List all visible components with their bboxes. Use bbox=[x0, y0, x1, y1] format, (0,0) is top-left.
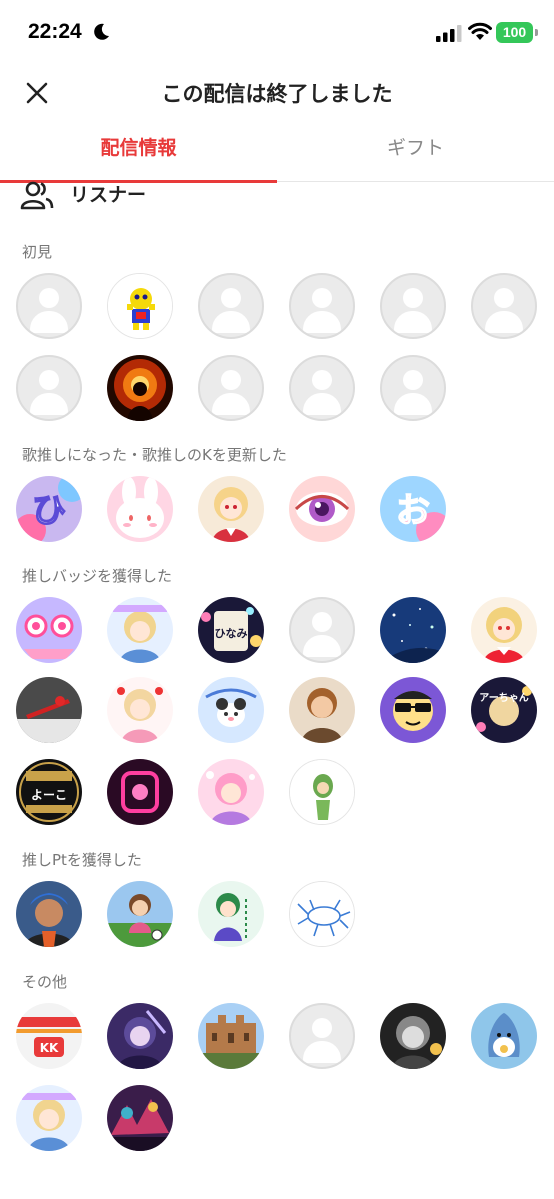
avatar[interactable] bbox=[380, 597, 446, 663]
wifi-icon bbox=[468, 22, 492, 40]
avatar[interactable] bbox=[198, 881, 264, 947]
avatar[interactable] bbox=[107, 273, 173, 339]
avatar[interactable] bbox=[107, 677, 173, 743]
avatar[interactable] bbox=[107, 881, 173, 947]
tab-gifts[interactable]: ギフト bbox=[277, 124, 554, 181]
avatar[interactable] bbox=[107, 1085, 173, 1151]
avatar[interactable]: お bbox=[380, 476, 446, 542]
status-time: 22:24 bbox=[28, 20, 82, 43]
avatar[interactable] bbox=[471, 597, 537, 663]
svg-text:お: お bbox=[396, 491, 430, 531]
users-icon bbox=[20, 181, 54, 210]
section-title-oshi-badge: 推しバッジを獲得した bbox=[22, 567, 173, 585]
avatar[interactable] bbox=[198, 1003, 264, 1069]
avatar[interactable] bbox=[289, 1003, 355, 1069]
section-title-first-time: 初見 bbox=[22, 243, 53, 261]
avatar[interactable] bbox=[198, 759, 264, 825]
avatar[interactable]: アーちゃん bbox=[471, 677, 537, 743]
avatar[interactable] bbox=[107, 1003, 173, 1069]
avatar[interactable]: ひなみ bbox=[198, 597, 264, 663]
avatar[interactable]: よーこ bbox=[16, 759, 82, 825]
svg-text:アーちゃん: アーちゃん bbox=[479, 692, 528, 704]
avatar[interactable] bbox=[380, 677, 446, 743]
avatar[interactable] bbox=[16, 273, 82, 339]
avatar[interactable]: ひ bbox=[16, 476, 82, 542]
avatar[interactable] bbox=[289, 759, 355, 825]
avatar[interactable] bbox=[380, 1003, 446, 1069]
avatar[interactable] bbox=[16, 355, 82, 421]
status-bar: 22:24 100 bbox=[0, 0, 554, 66]
avatar[interactable] bbox=[289, 355, 355, 421]
avatar[interactable] bbox=[471, 273, 537, 339]
avatar[interactable] bbox=[107, 759, 173, 825]
listener-header: リスナー bbox=[20, 178, 320, 212]
section-title-song-oshi: 歌推しになった・歌推しのKを更新した bbox=[22, 446, 287, 464]
avatar[interactable] bbox=[198, 273, 264, 339]
svg-text:よーこ: よーこ bbox=[31, 788, 67, 802]
section-title-other: その他 bbox=[22, 973, 68, 991]
avatar[interactable] bbox=[289, 476, 355, 542]
tab-stream-info[interactable]: 配信情報 bbox=[0, 124, 277, 183]
avatar[interactable] bbox=[380, 355, 446, 421]
avatar[interactable] bbox=[16, 597, 82, 663]
avatar[interactable] bbox=[289, 881, 355, 947]
avatar[interactable] bbox=[289, 597, 355, 663]
battery-level: 100 bbox=[502, 24, 527, 40]
avatar[interactable] bbox=[107, 597, 173, 663]
battery-indicator: 100 bbox=[496, 22, 538, 43]
avatar[interactable] bbox=[289, 677, 355, 743]
svg-text:ひ: ひ bbox=[32, 491, 66, 531]
avatar[interactable] bbox=[198, 355, 264, 421]
avatar[interactable] bbox=[289, 273, 355, 339]
avatar[interactable]: KK bbox=[16, 1003, 82, 1069]
listener-label: リスナー bbox=[70, 184, 147, 206]
header: この配信は終了しました bbox=[0, 66, 554, 118]
cellular-signal-icon bbox=[436, 25, 462, 42]
section-title-oshi-pt: 推しPtを獲得した bbox=[22, 851, 142, 869]
avatar[interactable] bbox=[380, 273, 446, 339]
avatar[interactable] bbox=[16, 881, 82, 947]
avatar[interactable] bbox=[107, 476, 173, 542]
avatar[interactable] bbox=[107, 355, 173, 421]
avatar[interactable] bbox=[198, 677, 264, 743]
avatar[interactable] bbox=[471, 1003, 537, 1069]
avatar[interactable] bbox=[198, 476, 264, 542]
page-title: この配信は終了しました bbox=[161, 82, 393, 106]
svg-text:ひなみ: ひなみ bbox=[215, 627, 248, 640]
avatar[interactable] bbox=[16, 677, 82, 743]
avatar[interactable] bbox=[16, 1085, 82, 1151]
moon-icon bbox=[94, 23, 109, 40]
svg-text:KK: KK bbox=[40, 1041, 59, 1055]
tab-bar: 配信情報 ギフト bbox=[0, 124, 554, 183]
